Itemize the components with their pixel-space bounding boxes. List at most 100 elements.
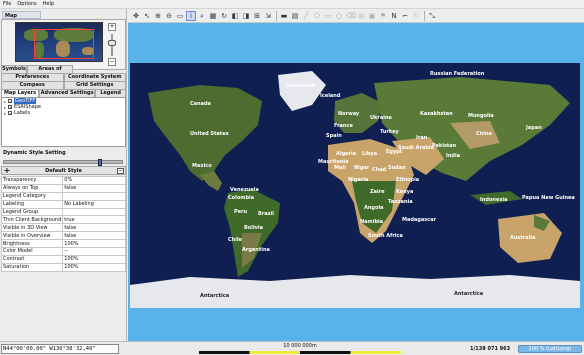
property-value[interactable]: 100% <box>62 239 126 249</box>
previous-view-icon[interactable]: ◧ <box>230 11 240 21</box>
style-slider[interactable] <box>3 159 123 166</box>
map-label-japan: Japan <box>525 125 542 131</box>
tab-map-layers[interactable]: Map Layers <box>1 89 40 97</box>
property-value[interactable]: false <box>62 183 126 193</box>
zoom-slider-handle[interactable] <box>108 40 116 46</box>
map-label-sudan: Sudan <box>388 165 406 171</box>
chart-icon[interactable]: ▤ <box>290 11 300 21</box>
north-arrow-icon[interactable]: N <box>389 11 399 21</box>
flag-icon[interactable]: ⚐ <box>411 11 421 21</box>
coordinate-readout[interactable]: N44°00'00,00" W136°38'32,40" <box>1 344 119 354</box>
map-label-zaire: Zaire <box>370 189 385 195</box>
table-row[interactable]: Always on Top false <box>0 183 126 193</box>
property-key: Color Model <box>0 247 64 256</box>
map-label-brazil: Brazil <box>258 211 274 217</box>
map-label-bolivia: Bolivia <box>244 225 263 231</box>
table-row[interactable]: Contrast 100% <box>0 254 126 264</box>
property-value[interactable]: true <box>62 215 126 225</box>
table-row[interactable]: Thin Client Background true <box>0 215 126 225</box>
table-row[interactable]: Transparency 0% <box>0 176 126 185</box>
bookmark-icon[interactable]: ⚑ <box>378 11 388 21</box>
map-label-papua: Papua New Guinea <box>522 195 575 201</box>
menu-options[interactable]: Options <box>14 0 39 9</box>
map-label-pakistan: Pakistan <box>432 143 457 149</box>
menu-file[interactable]: File <box>0 0 14 9</box>
table-row[interactable]: Color Model -- <box>0 247 126 256</box>
scale-bar-label: 10 000 000m <box>283 343 317 349</box>
property-value[interactable]: 0% <box>62 176 126 185</box>
camera-icon[interactable]: ▣ <box>367 11 377 21</box>
select-arrow-icon[interactable]: ↖ <box>142 11 152 21</box>
menu-help[interactable]: Help <box>40 0 57 9</box>
property-value[interactable]: No Labeling <box>62 199 126 209</box>
layer-checkbox[interactable]: ✓ <box>8 105 12 110</box>
property-value[interactable]: 100% <box>62 262 126 272</box>
draw-polygon-icon[interactable]: ⬠ <box>312 11 322 21</box>
full-extent-icon[interactable]: ▦ <box>208 11 218 21</box>
world-map[interactable]: Russian Federation Greenland Iceland Can… <box>130 63 580 308</box>
tab-grid-settings[interactable]: Grid Settings <box>63 81 126 89</box>
overview-map[interactable] <box>15 22 103 62</box>
measure-icon[interactable]: ⇲ <box>263 11 273 21</box>
property-value[interactable] <box>62 207 126 217</box>
draw-line-icon[interactable]: ╱ <box>301 11 311 21</box>
tab-symbols[interactable]: Symbols <box>1 65 27 73</box>
overview-viewport-frame[interactable] <box>34 29 94 59</box>
map-label-spain: Spain <box>326 133 342 139</box>
draw-rectangle-icon[interactable]: ▭ <box>323 11 333 21</box>
tab-compass[interactable]: Compass <box>1 81 64 89</box>
table-row[interactable]: Visible in 3D View false <box>0 223 126 233</box>
zoom-out-icon[interactable]: − <box>108 58 116 66</box>
layer-item[interactable]: ▸ ✓ Labels <box>2 110 125 116</box>
map-label-mali: Mali <box>334 165 346 171</box>
style-slider-handle[interactable] <box>98 159 102 166</box>
map-label-argentina: Argentina <box>242 247 270 253</box>
property-value[interactable]: false <box>62 223 126 233</box>
table-row[interactable]: Legend Group <box>0 207 126 217</box>
ruler-icon[interactable]: ▬ <box>279 11 289 21</box>
map-label-indonesia: Indonesia <box>480 197 507 203</box>
table-row[interactable]: Labeling No Labeling <box>0 199 126 209</box>
magnifier-icon[interactable]: ⌕ <box>197 11 207 21</box>
table-row[interactable]: Legend Category <box>0 191 126 201</box>
property-key: Saturation <box>0 262 64 272</box>
tab-preferences[interactable]: Preferences <box>1 73 64 81</box>
remove-style-button[interactable]: − <box>117 168 124 174</box>
tab-coordinate-system[interactable]: Coordinate System <box>63 73 126 81</box>
map-label-ethiopia: Ethiopia <box>396 177 419 183</box>
layer-checkbox[interactable]: ✓ <box>8 99 12 104</box>
property-value[interactable]: -- <box>62 247 126 256</box>
tab-areas-of-interest[interactable]: Areas of Interest <box>27 65 73 79</box>
refresh-icon[interactable]: ↻ <box>219 11 229 21</box>
table-row[interactable]: Brightness 100% <box>0 239 126 249</box>
erase-icon[interactable]: ⌫ <box>345 11 356 21</box>
next-view-icon[interactable]: ◨ <box>241 11 251 21</box>
table-row[interactable]: Saturation 100% <box>0 262 126 272</box>
zoom-in-icon[interactable]: + <box>108 23 116 31</box>
table-row[interactable]: Visible in Overview false <box>0 231 126 241</box>
property-value[interactable]: false <box>62 231 126 241</box>
map-label-france: France <box>334 123 353 129</box>
info-icon[interactable]: i <box>186 10 196 21</box>
add-style-button[interactable]: + <box>3 167 11 175</box>
tab-advanced-settings[interactable]: Advanced Settings <box>39 89 96 97</box>
target-icon[interactable]: ◎ <box>356 11 366 21</box>
map-label-iceland: Iceland <box>320 93 341 99</box>
layer-checkbox[interactable]: ✓ <box>8 111 12 116</box>
route-icon[interactable]: ⤡ <box>427 11 437 21</box>
zoom-layer-icon[interactable]: ⊞ <box>252 11 262 21</box>
pan-icon[interactable]: ✥ <box>131 11 141 21</box>
tab-legend[interactable]: Legend <box>95 89 126 97</box>
property-value[interactable]: 100% <box>62 254 126 264</box>
annotation-icon[interactable]: ⌐ <box>400 11 410 21</box>
map-view[interactable]: Russian Federation Greenland Iceland Can… <box>128 23 584 341</box>
map-label-south-africa: South Africa <box>368 233 403 239</box>
zoom-box-icon[interactable]: ▭ <box>175 11 185 21</box>
zoom-out-icon[interactable]: ⊖ <box>164 11 174 21</box>
property-value[interactable] <box>62 191 126 201</box>
map-label-peru: Peru <box>234 209 248 215</box>
zoom-in-icon[interactable]: ⊕ <box>153 11 163 21</box>
map-label-algeria: Algeria <box>336 151 356 157</box>
draw-circle-icon[interactable]: ○ <box>334 11 344 21</box>
scale-bar-graphic <box>199 351 401 354</box>
